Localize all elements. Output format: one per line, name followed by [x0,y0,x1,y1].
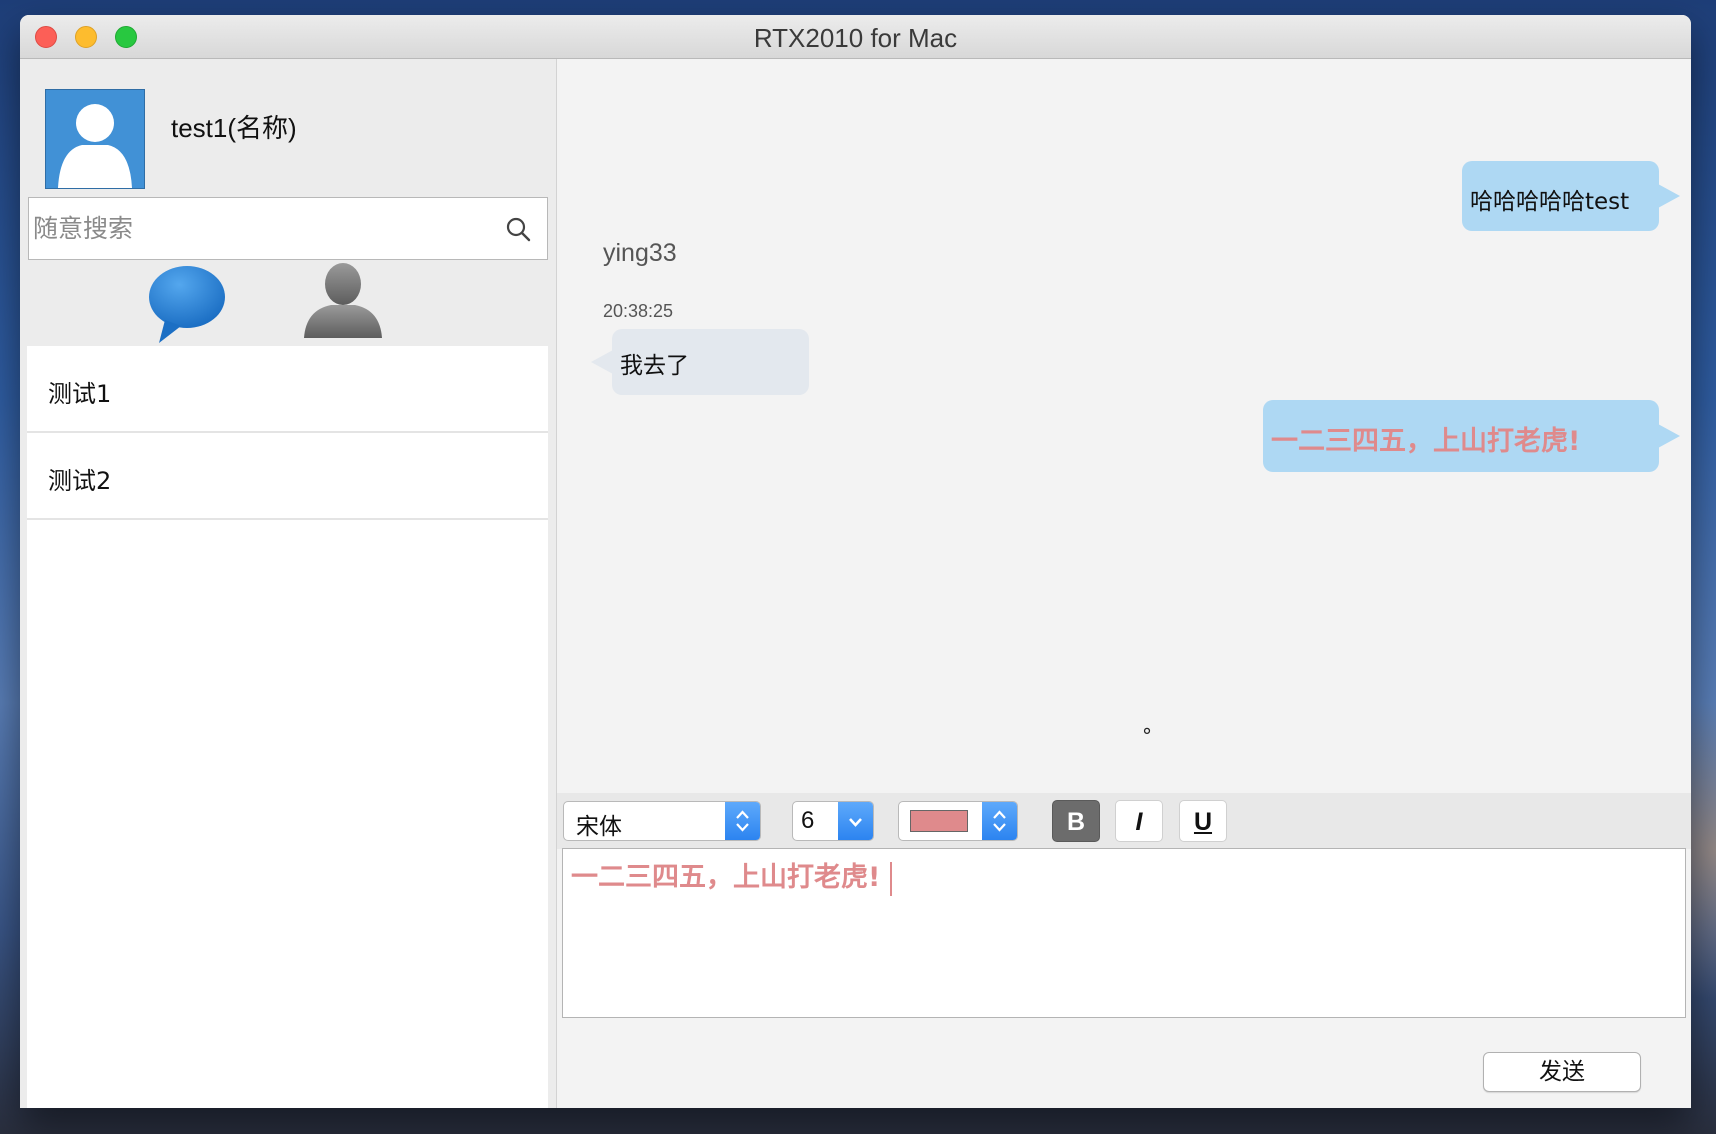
contact-name: 测试1 [48,380,112,408]
search-box [28,197,548,260]
text-color-select[interactable] [898,801,1018,841]
outgoing-message-bubble: 一二三四五，上山打老虎! [1263,400,1680,472]
font-select[interactable]: 宋体 [563,801,761,841]
outgoing-message-bubble: 哈哈哈哈哈test [1462,161,1680,231]
chat-bubble-icon[interactable] [143,264,227,344]
contacts-icon[interactable] [301,258,385,338]
app-window: RTX2010 for Mac test1(名称) 随意搜索 测试1 测试2 哈… [20,15,1691,1108]
chat-panel: 哈哈哈哈哈test ying33 20:38:25 我去了 一二三四五，上山打老… [557,59,1691,1108]
stepper-icon[interactable] [725,802,760,840]
list-item[interactable]: 测试2 [27,433,548,520]
sidebar: test1(名称) 随意搜索 测试1 测试2 [20,59,557,1108]
italic-button[interactable]: I [1115,800,1163,842]
contact-list: 测试1 测试2 [27,346,548,1108]
text-caret [890,861,893,896]
underline-button[interactable]: U [1179,800,1227,842]
dropdown-chevron-icon[interactable] [838,802,873,840]
message-timestamp: 20:38:25 [603,301,674,321]
stepper-icon[interactable] [982,802,1017,840]
compose-text-content: 一二三四五，上山打老虎! [571,862,881,893]
user-name: test1(名称) [171,113,297,143]
avatar-icon[interactable] [45,89,145,189]
message-sender: ying33 [603,239,677,267]
window-title: RTX2010 for Mac [753,23,958,53]
degree-mark: ° [1142,724,1152,748]
compose-text: 一二三四五，上山打老虎! [571,855,893,896]
message-text: 我去了 [620,353,689,379]
search-input[interactable] [29,198,489,259]
incoming-message-bubble: 我去了 [591,329,809,395]
font-size-value: 6 [801,807,815,834]
message-compose-box[interactable]: 一二三四五，上山打老虎! [562,848,1686,1018]
message-text: 哈哈哈哈哈test [1470,189,1630,215]
list-item[interactable]: 测试1 [27,346,548,433]
format-toolbar: 宋体 6 B I U [557,793,1691,849]
title-bar: RTX2010 for Mac [20,15,1691,59]
send-button[interactable]: 发送 [1483,1052,1641,1092]
color-swatch [910,810,968,832]
contact-name: 测试2 [48,467,112,495]
message-text: 一二三四五，上山打老虎! [1271,426,1581,457]
font-size-select[interactable]: 6 [792,801,874,841]
bold-button[interactable]: B [1052,800,1100,842]
font-value: 宋体 [576,814,622,840]
search-icon[interactable] [505,216,531,242]
